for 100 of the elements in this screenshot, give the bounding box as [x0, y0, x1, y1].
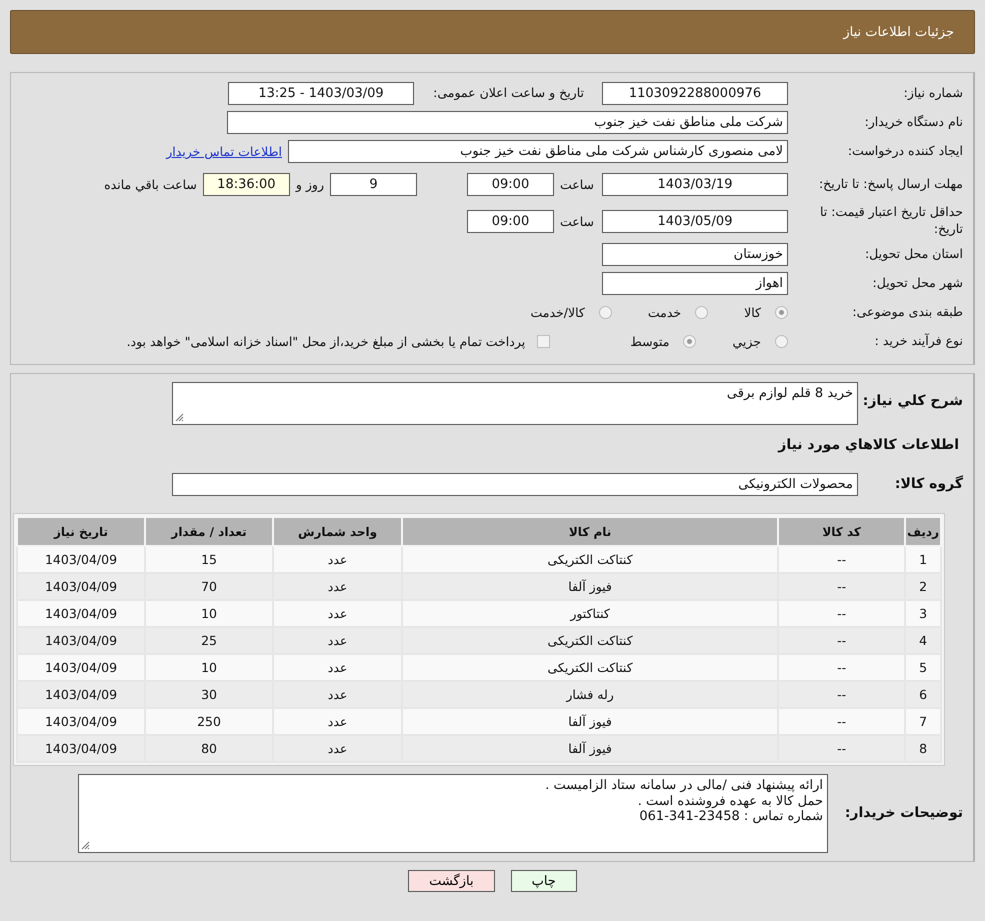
- field-label: ساعت: [560, 214, 594, 228]
- payment-note: پرداخت تمام یا بخشی از مبلغ خرید،از محل "اسناد خزانه اسلامی" خواهد بود.: [126, 334, 526, 349]
- table-cell: عدد: [273, 627, 402, 654]
- text-field[interactable]: 1403/03/09 - 13:25: [228, 82, 414, 105]
- text-field[interactable]: 1403/03/19: [602, 172, 788, 196]
- checkbox[interactable]: [537, 335, 550, 348]
- table-cell: 8: [905, 735, 941, 762]
- column-header: نام کالا: [402, 517, 778, 546]
- field-label: تاریخ و ساعت اعلان عمومی:: [432, 85, 584, 102]
- table-cell: --: [778, 546, 906, 573]
- table-cell: 7: [905, 708, 941, 735]
- table-cell: 1403/04/09: [17, 573, 146, 600]
- table-cell: 80: [145, 735, 274, 762]
- table-cell: عدد: [273, 735, 402, 762]
- resize-grip-icon[interactable]: [81, 841, 90, 850]
- field-label: شرح کلي نياز:: [862, 392, 963, 411]
- radio-label: کالا/خدمت: [530, 305, 585, 320]
- table-cell: 250: [145, 708, 274, 735]
- field-label: روز و: [296, 176, 324, 192]
- table-cell: 70: [145, 573, 274, 600]
- table-cell: 1403/04/09: [17, 681, 146, 708]
- text-field[interactable]: شرکت ملی مناطق نفت خیز جنوب: [227, 111, 788, 134]
- field-label: ایجاد کننده درخواست:: [846, 143, 963, 160]
- text-field[interactable]: محصولات الکترونیکی: [172, 472, 858, 496]
- text-area[interactable]: ارائه پیشنهاد فنی /مالی در سامانه ستاد الزامیست . حمل کالا به عهده فروشنده است . شماره تماس : 23458-341-061: [78, 774, 828, 853]
- field-label: ساعت باقي مانده: [104, 176, 197, 192]
- table-cell: --: [778, 708, 906, 735]
- table-cell: کنتاکت الکتریکی: [402, 627, 778, 654]
- table-cell: کنتاکت الکتریکی: [402, 546, 778, 573]
- table-cell: 10: [145, 600, 274, 627]
- text-field[interactable]: 09:00: [466, 172, 554, 196]
- table-cell: 5: [905, 654, 941, 681]
- resize-grip-icon[interactable]: [175, 413, 184, 422]
- field-label: حداقل تاریخ اعتبار قیمت: تا تاریخ:: [818, 204, 963, 238]
- table-cell: --: [778, 573, 906, 600]
- table-cell: --: [778, 627, 906, 654]
- text-field[interactable]: 1403/05/09: [602, 210, 788, 232]
- table-cell: فیوز آلفا: [402, 735, 778, 762]
- text-field[interactable]: خوزستان: [602, 243, 788, 266]
- text-field[interactable]: لامی منصوری کارشناس شرکت ملی مناطق نفت خیز جنوب: [288, 140, 788, 163]
- table-cell: 1: [905, 546, 941, 573]
- field-label: توضیحات خریدار:: [844, 804, 963, 823]
- radio-label: جزيي: [732, 334, 761, 349]
- table-cell: 1403/04/09: [17, 708, 146, 735]
- table-cell: --: [778, 600, 906, 627]
- text-area[interactable]: خرید 8 قلم لوازم برقی: [172, 382, 858, 425]
- table-cell: عدد: [273, 573, 402, 600]
- field-label: نام دستگاه خریدار:: [864, 114, 963, 131]
- table-cell: 2: [905, 573, 941, 600]
- table-cell: فیوز آلفا: [402, 708, 778, 735]
- column-header: تاریخ نیاز: [17, 517, 146, 546]
- table-cell: عدد: [273, 600, 402, 627]
- table-cell: کنتاکت الکتریکی: [402, 654, 778, 681]
- text-field[interactable]: 9: [330, 172, 417, 196]
- table-cell: عدد: [273, 681, 402, 708]
- radio-button[interactable]: [598, 306, 612, 319]
- contact-link[interactable]: اطلاعات تماس خریدار: [166, 144, 282, 159]
- section-title: اطلاعات کالاهاي مورد نياز: [776, 437, 960, 455]
- table-cell: 10: [145, 654, 274, 681]
- table-cell: عدد: [273, 654, 402, 681]
- table-cell: 3: [905, 600, 941, 627]
- field-label: نوع فرآیند خرید :: [874, 333, 963, 350]
- field-label: شهر محل تحویل:: [872, 275, 963, 292]
- table-cell: رله فشار: [402, 681, 778, 708]
- radio-button[interactable]: [775, 335, 788, 348]
- field-label: شماره نیاز:: [902, 85, 963, 102]
- field-label: استان محل تحویل:: [864, 246, 963, 263]
- table-cell: --: [778, 654, 906, 681]
- radio-button[interactable]: [695, 306, 708, 319]
- table-cell: عدد: [273, 708, 402, 735]
- radio-label: خدمت: [648, 305, 682, 320]
- field-label: گروه کالا:: [894, 474, 963, 494]
- column-header: ردیف: [905, 517, 941, 546]
- print-button[interactable]: چاپ: [510, 870, 577, 892]
- table-cell: 1403/04/09: [17, 600, 146, 627]
- radio-button[interactable]: [775, 306, 788, 319]
- text-field[interactable]: 1103092288000976: [602, 82, 788, 105]
- field-label: مهلت ارسال پاسخ: تا تاریخ:: [818, 176, 963, 192]
- field-label: طبقه بندی موضوعی:: [851, 304, 963, 321]
- text-field[interactable]: 09:00: [466, 210, 554, 232]
- page-title: جزئیات اطلاعات نیاز: [843, 24, 954, 40]
- column-header: کد کالا: [778, 517, 906, 546]
- column-header: واحد شمارش: [273, 517, 402, 546]
- table-cell: 15: [145, 546, 274, 573]
- table-cell: --: [778, 735, 906, 762]
- table-cell: عدد: [273, 546, 402, 573]
- table-cell: 30: [145, 681, 274, 708]
- table-cell: 1403/04/09: [17, 627, 146, 654]
- table-cell: 4: [905, 627, 941, 654]
- text-field[interactable]: اهواز: [602, 272, 788, 295]
- radio-label: متوسط: [630, 334, 670, 349]
- radio-label: کالا: [744, 305, 761, 320]
- radio-button[interactable]: [683, 335, 696, 348]
- back-button[interactable]: بازگشت: [408, 870, 495, 892]
- table-cell: فیوز آلفا: [402, 573, 778, 600]
- text-field[interactable]: 18:36:00: [202, 172, 290, 196]
- table-cell: 25: [145, 627, 274, 654]
- table-cell: --: [778, 681, 906, 708]
- table-cell: کنتاکتور: [402, 600, 778, 627]
- table-cell: 6: [905, 681, 941, 708]
